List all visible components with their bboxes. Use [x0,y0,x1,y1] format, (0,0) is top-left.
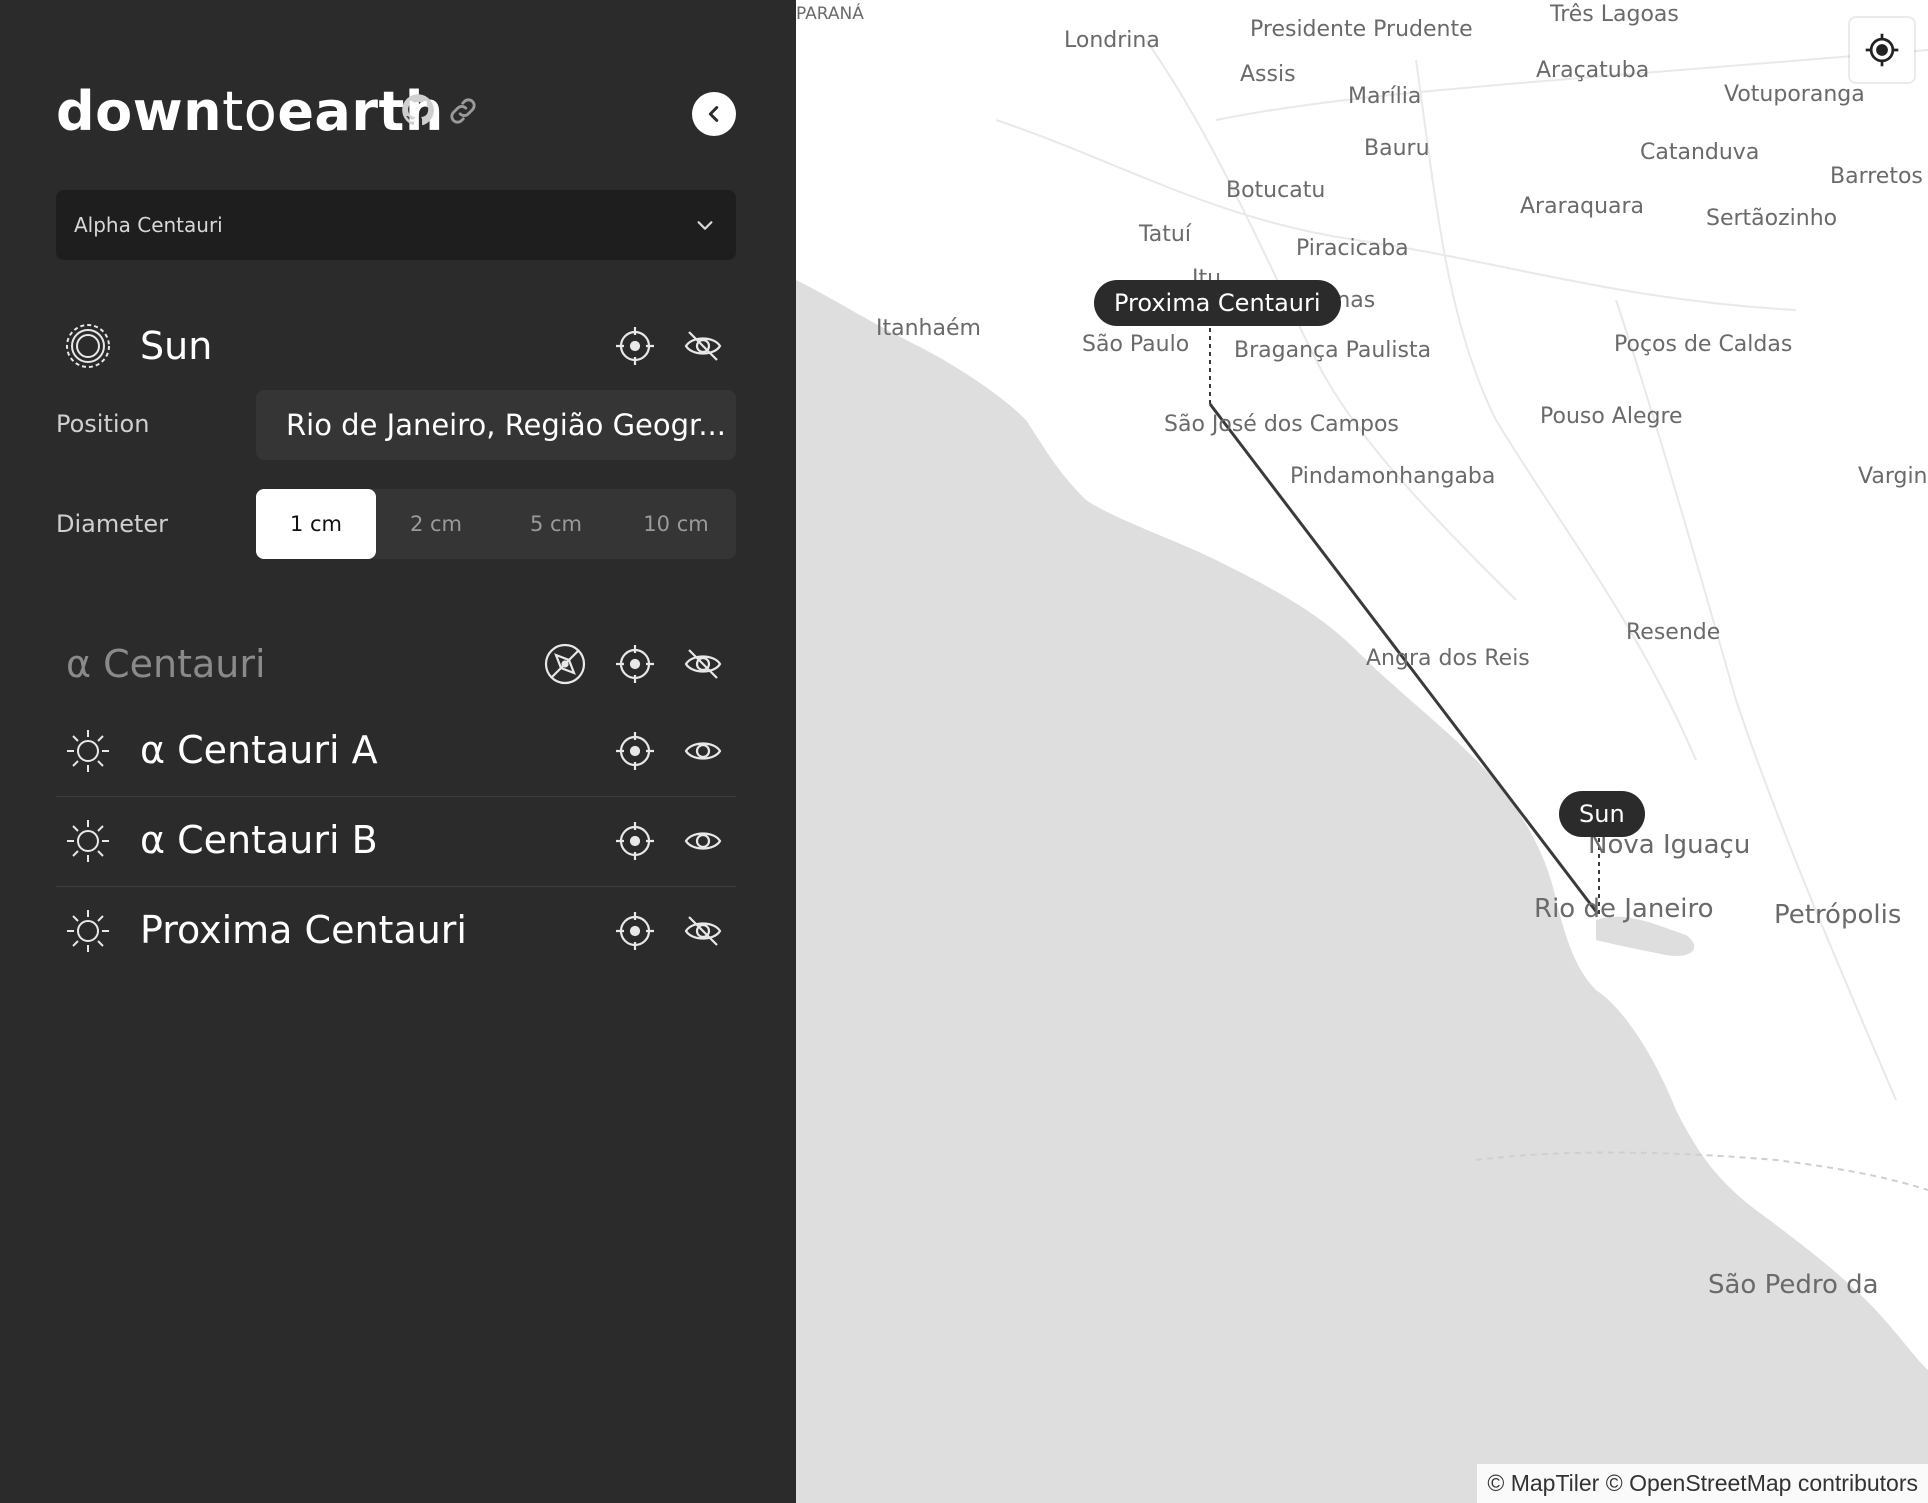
map-label: Rio de Janeiro [1534,894,1714,924]
crosshair-icon[interactable] [614,820,656,862]
sun-title: Sun [140,324,213,368]
map-label: Assis [1240,62,1296,87]
compass-icon[interactable] [544,643,586,685]
chevron-down-icon [697,221,713,230]
map-label: Botucatu [1226,178,1326,203]
system-select[interactable]: Alpha Centauri [56,190,736,260]
crosshair-icon[interactable] [614,643,656,685]
chevron-left-icon [708,106,719,122]
eye-off-icon[interactable] [682,643,724,685]
crosshair-icon[interactable] [614,730,656,772]
map-label: São Paulo [1082,332,1190,357]
map-label: Três Lagoas [1550,2,1679,27]
position-input[interactable]: Rio de Janeiro, Região Geogr... [256,390,736,460]
system-select-value: Alpha Centauri [74,213,223,237]
eye-icon[interactable] [682,820,724,862]
eye-icon[interactable] [682,730,724,772]
sun-marker-label[interactable]: Sun [1559,791,1645,837]
map-label: São José dos Campos [1164,412,1399,437]
github-icon[interactable] [400,92,440,132]
map-label: São Pedro da [1708,1270,1879,1300]
diameter-label: Diameter [56,510,169,538]
diameter-option-1cm[interactable]: 1 cm [256,489,376,559]
brand-part-to: to [222,80,278,143]
map-label: Piracicaba [1296,236,1409,261]
map-label: Sertãozinho [1706,206,1838,231]
proxima-marker-label[interactable]: Proxima Centauri [1094,280,1341,326]
divider [56,886,736,887]
star-icon [64,817,112,865]
position-label: Position [56,410,150,438]
map-label: PARANÁ [796,4,864,24]
position-value: Rio de Janeiro, Região Geogr... [286,408,726,442]
map-label: Araraquara [1520,194,1645,219]
map-label: Varginha [1858,464,1928,489]
sidebar: downtoearth Alpha Centauri Sun Position … [0,0,796,1503]
app-title: downtoearth [56,80,444,144]
map-label: Votuporanga [1724,82,1865,107]
map-label: Araçatuba [1536,58,1650,83]
diameter-option-2cm[interactable]: 2 cm [376,489,496,559]
map-label: Bragança Paulista [1234,338,1432,363]
crosshair-icon[interactable] [614,910,656,952]
star-icon [64,727,112,775]
brand-part-down: down [56,80,223,143]
map-label: Catanduva [1640,140,1760,165]
map-label: Bauru [1364,136,1430,161]
map-label: Tatuí [1139,222,1191,247]
map-label: Pindamonhangaba [1290,464,1496,489]
map-label: Presidente Prudente [1250,17,1473,42]
collapse-sidebar-button[interactable] [692,92,736,136]
map-label: Barretos [1830,164,1923,189]
map-label: Pouso Alegre [1540,404,1683,429]
eye-off-icon[interactable] [682,910,724,952]
map-label: Marília [1348,84,1422,109]
crosshair-icon[interactable] [614,325,656,367]
diameter-option-5cm[interactable]: 5 cm [496,489,616,559]
diameter-option-10cm[interactable]: 10 cm [616,489,736,559]
map-label: Petrópolis [1774,900,1902,930]
map-label: Angra dos Reis [1366,646,1530,671]
map-label: Poços de Caldas [1614,332,1793,357]
map-label: Londrina [1064,28,1160,53]
eye-off-icon[interactable] [682,325,724,367]
map-label: Itanhaém [876,316,981,341]
link-icon[interactable] [446,94,486,134]
map[interactable]: PARANÁ Londrina Presidente Prudente Três… [796,0,1928,1503]
star-name: α Centauri B [140,818,378,862]
star-name: Proxima Centauri [140,908,467,952]
divider [56,796,736,797]
map-attribution[interactable]: © MapTiler © OpenStreetMap contributors [1477,1464,1928,1503]
geolocate-button[interactable] [1850,18,1914,82]
system-title: α Centauri [66,642,266,686]
crosshair-icon [1865,33,1899,67]
diameter-selector: 1 cm 2 cm 5 cm 10 cm [256,489,736,559]
sun-icon [64,322,112,370]
star-name: α Centauri A [140,728,378,772]
map-label: Resende [1626,620,1721,645]
star-icon [64,907,112,955]
